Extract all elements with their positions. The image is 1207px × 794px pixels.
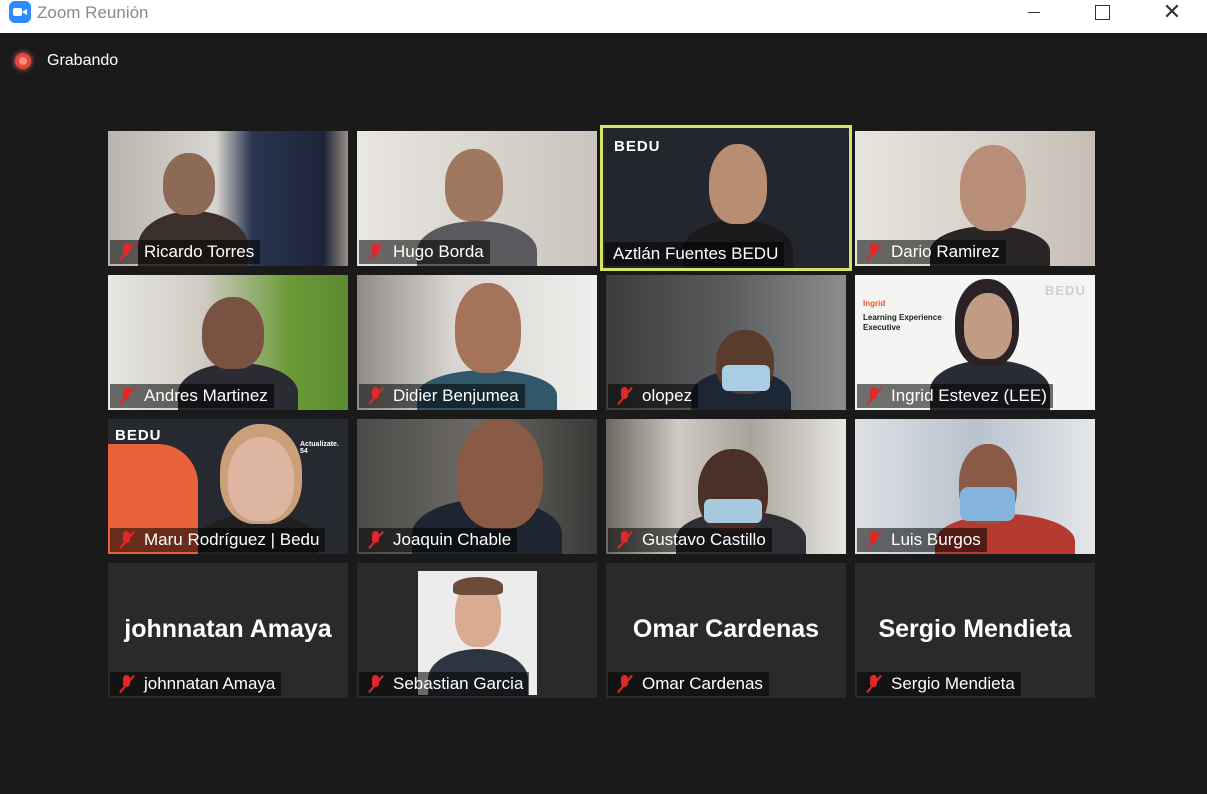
participant-label: Hugo Borda bbox=[359, 240, 490, 264]
video-tile[interactable]: olopez bbox=[606, 275, 846, 410]
zoom-app-icon bbox=[9, 1, 31, 23]
participant-display-name: Omar Cardenas bbox=[632, 615, 820, 643]
video-tile[interactable]: Luis Burgos bbox=[855, 419, 1095, 554]
bedu-logo: BEDU bbox=[1045, 283, 1086, 298]
participant-label: olopez bbox=[608, 384, 699, 408]
ingrid-tag: Ingrid bbox=[863, 299, 886, 308]
mic-muted-icon bbox=[365, 530, 387, 550]
video-tile-active-speaker[interactable]: BEDU Aztlán Fuentes BEDU bbox=[600, 125, 852, 271]
mic-muted-icon bbox=[116, 530, 138, 550]
face-mask bbox=[960, 487, 1015, 521]
face-mask bbox=[704, 499, 762, 523]
video-tile-no-video[interactable]: Sebastian Garcia bbox=[357, 563, 597, 698]
face-mask bbox=[722, 365, 770, 391]
maximize-button[interactable] bbox=[1079, 0, 1125, 24]
window-title: Zoom Reunión bbox=[37, 3, 149, 22]
video-tile[interactable]: BEDU Actualízate. 54 Maru Rodríguez | Be… bbox=[108, 419, 348, 554]
participant-head bbox=[457, 419, 543, 529]
participant-head bbox=[163, 153, 215, 215]
video-tile[interactable]: Gustavo Castillo bbox=[606, 419, 846, 554]
mic-muted-icon bbox=[614, 674, 636, 694]
participant-head bbox=[202, 297, 264, 369]
video-tile[interactable]: Joaquin Chable bbox=[357, 419, 597, 554]
video-tile[interactable]: Andres Martinez bbox=[108, 275, 348, 410]
participant-head bbox=[960, 145, 1026, 231]
participant-display-name: Sergio Mendieta bbox=[878, 615, 1072, 643]
participant-label: Aztlán Fuentes BEDU bbox=[605, 242, 785, 266]
slogan-text: Actualízate. 54 bbox=[300, 441, 339, 455]
mic-muted-icon bbox=[614, 386, 636, 406]
mic-muted-icon bbox=[614, 530, 636, 550]
video-tile[interactable]: Dario Ramirez bbox=[855, 131, 1095, 266]
mic-muted-icon bbox=[863, 386, 885, 406]
mic-muted-icon bbox=[365, 386, 387, 406]
mic-muted-icon bbox=[116, 242, 138, 262]
participant-label: Didier Benjumea bbox=[359, 384, 525, 408]
participant-label: Andres Martinez bbox=[110, 384, 274, 408]
participant-label: Sebastian Garcia bbox=[359, 672, 530, 696]
video-tile-no-video[interactable]: johnnatan Amaya johnnatan Amaya bbox=[108, 563, 348, 698]
participant-label: Gustavo Castillo bbox=[608, 528, 772, 552]
participant-head bbox=[455, 283, 521, 373]
video-tile-no-video[interactable]: Sergio Mendieta Sergio Mendieta bbox=[855, 563, 1095, 698]
mic-muted-icon bbox=[365, 242, 387, 262]
ingrid-role: Learning Experience Executive bbox=[863, 313, 942, 332]
participant-label: Ricardo Torres bbox=[110, 240, 261, 264]
participant-label: Luis Burgos bbox=[857, 528, 987, 552]
participant-label: Joaquin Chable bbox=[359, 528, 518, 552]
mic-muted-icon bbox=[116, 386, 138, 406]
recording-indicator[interactable]: Grabando bbox=[15, 52, 118, 70]
participant-label: Dario Ramirez bbox=[857, 240, 1006, 264]
mic-muted-icon bbox=[116, 674, 138, 694]
participant-head bbox=[228, 437, 294, 521]
video-tile[interactable]: Ingrid Learning Experience Executive BED… bbox=[855, 275, 1095, 410]
mic-muted-icon bbox=[365, 674, 387, 694]
participant-label: Maru Rodríguez | Bedu bbox=[110, 528, 326, 552]
participant-label: johnnatan Amaya bbox=[110, 672, 282, 696]
participant-label: Omar Cardenas bbox=[608, 672, 769, 696]
close-button[interactable]: ✕ bbox=[1149, 0, 1195, 25]
bedu-logo: BEDU bbox=[614, 138, 661, 155]
mic-muted-icon bbox=[863, 242, 885, 262]
video-tile[interactable]: Didier Benjumea bbox=[357, 275, 597, 410]
minimize-button[interactable] bbox=[1011, 0, 1057, 24]
video-tile-no-video[interactable]: Omar Cardenas Omar Cardenas bbox=[606, 563, 846, 698]
participant-head bbox=[964, 293, 1012, 359]
mic-muted-icon bbox=[863, 530, 885, 550]
participant-display-name: johnnatan Amaya bbox=[124, 615, 332, 643]
recording-label: Grabando bbox=[47, 52, 119, 69]
recording-dot-icon bbox=[15, 53, 31, 69]
bedu-logo: BEDU bbox=[115, 427, 162, 444]
mic-muted-icon bbox=[863, 674, 885, 694]
participant-head bbox=[709, 144, 767, 224]
participant-label: Ingrid Estevez (LEE) bbox=[857, 384, 1053, 408]
participant-label: Sergio Mendieta bbox=[857, 672, 1021, 696]
video-tile[interactable]: Ricardo Torres bbox=[108, 131, 348, 266]
participant-head bbox=[445, 149, 503, 221]
video-tile[interactable]: Hugo Borda bbox=[357, 131, 597, 266]
title-bar: Zoom Reunión ✕ bbox=[0, 0, 1207, 33]
